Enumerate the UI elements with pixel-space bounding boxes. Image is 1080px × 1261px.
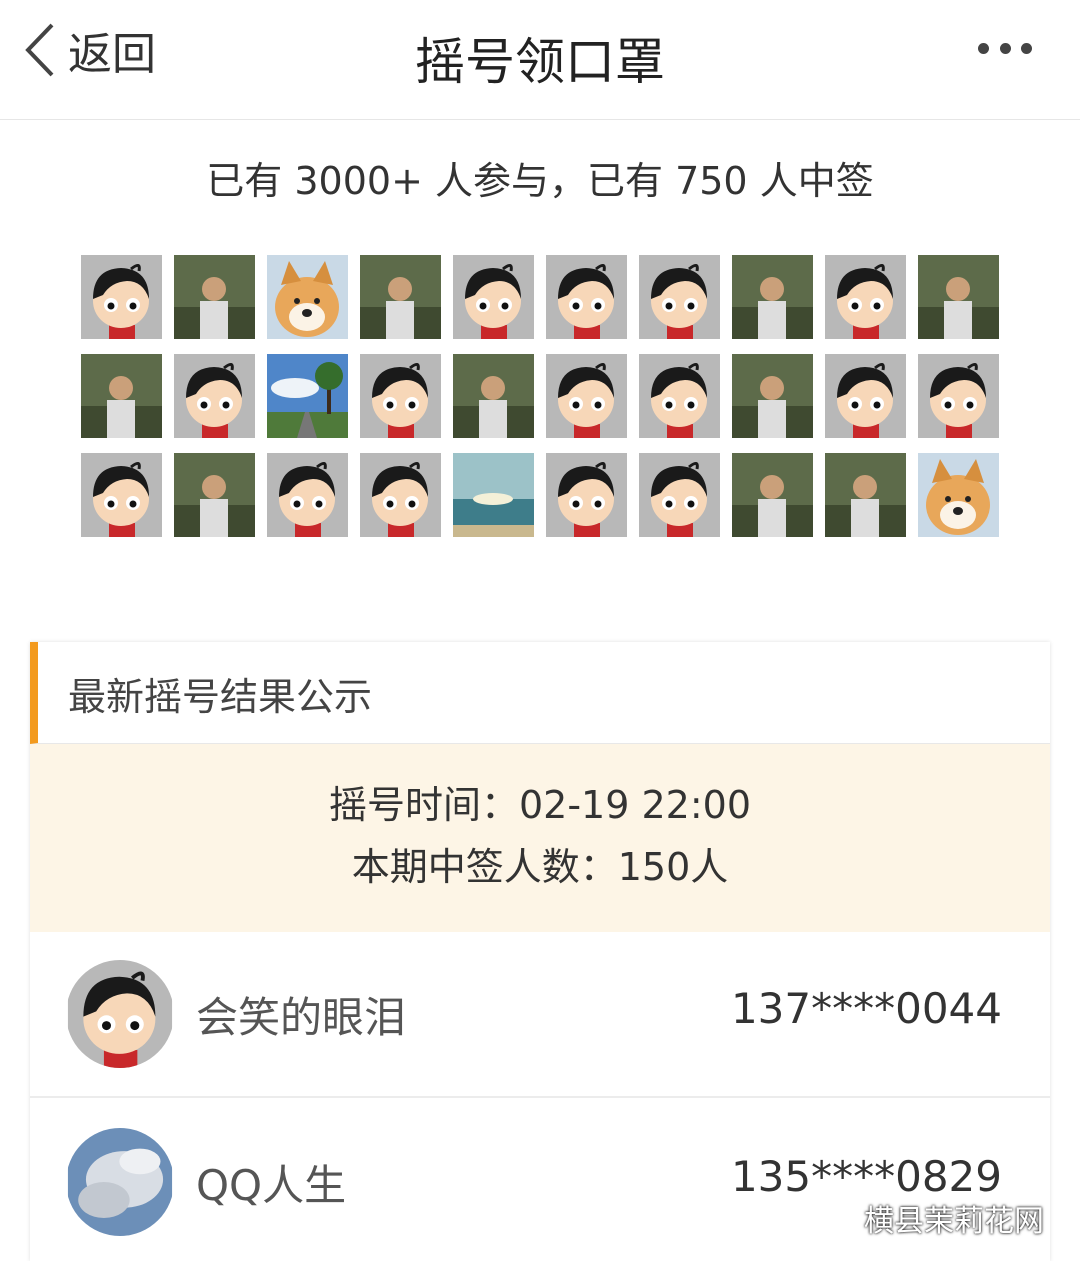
page-title: 摇号领口罩 (415, 33, 665, 91)
participant-avatar[interactable] (267, 354, 348, 438)
participant-avatar[interactable] (825, 453, 906, 537)
participant-avatar[interactable] (81, 354, 162, 438)
participant-avatar[interactable] (639, 453, 720, 537)
winners-count: 本期中签人数：150人 (351, 845, 729, 889)
top-bar: 返回 摇号领口罩 (0, 0, 1080, 120)
participant-avatar[interactable] (360, 255, 441, 339)
winner-phone: 135****0829 (730, 1152, 1002, 1201)
participant-avatar[interactable] (732, 354, 813, 438)
winner-row[interactable]: 会笑的眼泪 137****0044 (30, 932, 1050, 1098)
avatar (66, 960, 174, 1068)
wechat-icon (818, 1202, 856, 1233)
participant-avatar[interactable] (81, 255, 162, 339)
participant-avatar-grid (81, 255, 999, 537)
participant-avatar[interactable] (546, 354, 627, 438)
draw-time: 摇号时间：02-19 22:00 (328, 783, 751, 827)
participant-avatar[interactable] (81, 453, 162, 537)
participant-avatar[interactable] (267, 453, 348, 537)
participant-avatar[interactable] (174, 354, 255, 438)
participant-avatar[interactable] (546, 453, 627, 537)
more-dots-icon[interactable] (978, 36, 1032, 60)
results-heading: 最新摇号结果公示 (68, 675, 373, 719)
draw-info-panel: 摇号时间：02-19 22:00 本期中签人数：150人 (30, 744, 1050, 932)
results-card: 最新摇号结果公示 摇号时间：02-19 22:00 本期中签人数：150人 会笑… (30, 642, 1050, 1261)
participant-avatar[interactable] (174, 255, 255, 339)
participant-avatar[interactable] (825, 354, 906, 438)
participant-avatar[interactable] (453, 453, 534, 537)
participant-avatar[interactable] (360, 354, 441, 438)
participant-avatar[interactable] (732, 453, 813, 537)
participation-summary: 已有 3000+ 人参与，已有 750 人中签 (206, 159, 874, 203)
participant-avatar[interactable] (918, 255, 999, 339)
winner-name: QQ人生 (196, 1161, 347, 1210)
participant-avatar[interactable] (453, 255, 534, 339)
winner-phone: 137****0044 (730, 984, 1002, 1033)
results-heading-bar: 最新摇号结果公示 (30, 642, 1050, 744)
participant-avatar[interactable] (825, 255, 906, 339)
participant-avatar[interactable] (174, 453, 255, 537)
participant-avatar[interactable] (732, 255, 813, 339)
participant-avatar[interactable] (639, 255, 720, 339)
participant-avatar[interactable] (918, 453, 999, 537)
watermark-text: 横县茉莉花网 (864, 1204, 1044, 1239)
participant-avatar[interactable] (267, 255, 348, 339)
avatar (66, 1128, 174, 1236)
participant-avatar[interactable] (360, 453, 441, 537)
participant-avatar[interactable] (639, 354, 720, 438)
winner-name: 会笑的眼泪 (196, 993, 407, 1042)
participant-avatar[interactable] (918, 354, 999, 438)
participant-avatar[interactable] (453, 354, 534, 438)
watermark: 横县茉莉花网 (818, 1196, 1044, 1240)
participant-avatar[interactable] (546, 255, 627, 339)
